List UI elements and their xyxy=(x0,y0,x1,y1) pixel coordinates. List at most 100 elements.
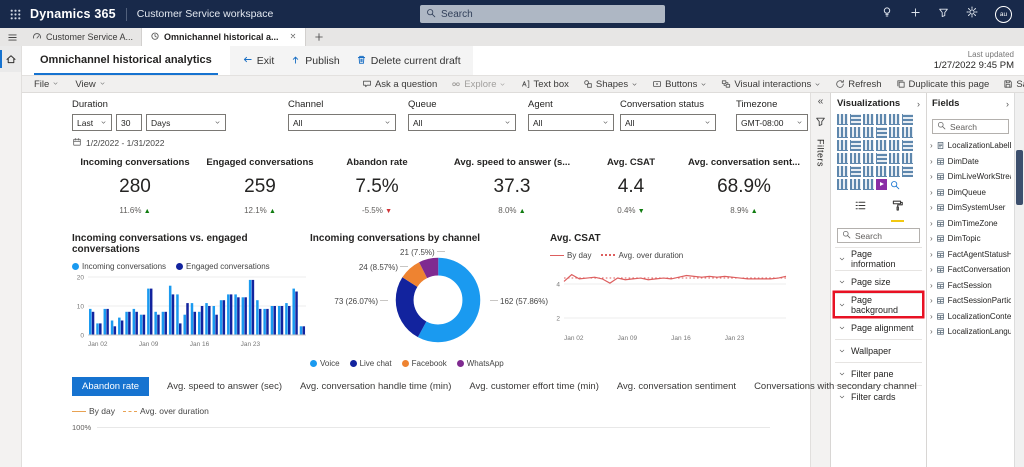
expand-chevron-icon[interactable]: › xyxy=(930,296,933,305)
visual-type-matrix-icon[interactable] xyxy=(889,166,900,177)
field-table-dimdate[interactable]: › DimDate xyxy=(930,154,1011,170)
toolbar-buttons[interactable]: Buttons xyxy=(652,79,707,90)
visual-type-decomposition-tree-icon[interactable] xyxy=(863,179,874,190)
format-section-page-alignment[interactable]: Page alignment xyxy=(835,316,922,339)
close-tab-icon[interactable] xyxy=(289,32,297,42)
field-table-factsessionparticipant[interactable]: ›FactSessionParticipant xyxy=(930,293,1011,309)
field-table-factagentstatushistory[interactable]: ›FactAgentStatusHistory xyxy=(930,247,1011,263)
expand-chevron-icon[interactable]: › xyxy=(930,141,933,150)
field-table-localizationlanguagel[interactable]: ›LocalizationLanguageL... xyxy=(930,324,1011,340)
fields-search-input[interactable]: Search xyxy=(932,119,1009,134)
metric-tab-conversations-with-secondary-channel[interactable]: Conversations with secondary channel xyxy=(754,381,917,392)
format-search-input[interactable]: Search xyxy=(837,228,920,243)
toolbar-explore[interactable]: Explore xyxy=(451,79,506,90)
visual-type-line-and-clustered-column-chart-icon[interactable] xyxy=(889,127,900,138)
visual-type-clustered-bar-chart-icon[interactable] xyxy=(863,114,874,125)
kpi-avg-csat[interactable]: Avg. CSAT 4.4 0.4% ▼ xyxy=(588,157,674,215)
channel-select[interactable]: All xyxy=(288,114,396,131)
bar-chart-card[interactable]: Incoming conversations vs. engaged conve… xyxy=(72,233,310,372)
expand-chevron-icon[interactable]: › xyxy=(930,219,933,228)
field-table-localizationcontentpro[interactable]: ›LocalizationContentPro... xyxy=(930,309,1011,325)
conversation-status-select[interactable]: All xyxy=(620,114,716,131)
visual-type-area-chart-icon[interactable] xyxy=(850,127,861,138)
toolbar-refresh[interactable]: Refresh xyxy=(835,79,882,90)
metric-tab-abandon-rate[interactable]: Abandon rate xyxy=(72,377,150,396)
visual-type-gauge-icon[interactable] xyxy=(889,153,900,164)
expand-visualizations-icon[interactable]: › xyxy=(917,99,920,109)
add-icon[interactable] xyxy=(910,5,921,23)
visual-type-search-icon[interactable] xyxy=(889,179,900,190)
format-section-wallpaper[interactable]: Wallpaper xyxy=(835,339,922,362)
visual-type-card-icon[interactable] xyxy=(902,153,913,164)
visual-type-table-icon[interactable] xyxy=(876,166,887,177)
kpi-avg-conversation-sent[interactable]: Avg. conversation sent... 68.9% 8.9% ▲ xyxy=(674,157,814,215)
format-section-page-size[interactable]: Page size xyxy=(835,270,922,293)
expand-chevron-icon[interactable]: › xyxy=(930,234,933,243)
toolbar-visual-interactions[interactable]: Visual interactions xyxy=(721,79,821,90)
field-table-factsession[interactable]: › FactSession xyxy=(930,278,1011,294)
visual-type-azure-map-icon[interactable] xyxy=(876,153,887,164)
visual-type-waterfall-chart-icon[interactable] xyxy=(837,140,848,151)
expand-chevron-icon[interactable]: › xyxy=(930,312,933,321)
visual-type-shape-map-icon[interactable] xyxy=(863,153,874,164)
field-table-factconversation[interactable]: › FactConversation xyxy=(930,262,1011,278)
metric-tab-avg-customer-effort-time-min[interactable]: Avg. customer effort time (min) xyxy=(469,381,599,392)
visual-type-map-icon[interactable] xyxy=(837,153,848,164)
expand-chevron-icon[interactable]: › xyxy=(930,203,933,212)
visual-type-funnel-chart-icon[interactable] xyxy=(850,140,861,151)
expand-chevron-icon[interactable]: › xyxy=(930,188,933,197)
expand-chevron-icon[interactable]: › xyxy=(930,250,933,259)
new-tab-button[interactable] xyxy=(306,28,332,46)
publish-button[interactable]: Publish xyxy=(290,54,340,68)
lightbulb-icon[interactable] xyxy=(881,5,893,23)
expand-chevron-icon[interactable]: › xyxy=(930,157,933,166)
hamburger-menu-icon[interactable] xyxy=(0,28,24,46)
kpi-incoming-conversations[interactable]: Incoming conversations 280 11.6% ▲ xyxy=(60,157,210,215)
visual-type-pie-chart-icon[interactable] xyxy=(876,140,887,151)
fields-format-tab-icon[interactable] xyxy=(854,199,867,222)
visual-type-scatter-chart-icon[interactable] xyxy=(863,140,874,151)
toolbar-shapes[interactable]: Shapes xyxy=(583,79,638,90)
visual-type-r-script-visual-icon[interactable] xyxy=(902,166,913,177)
visual-type-filled-map-icon[interactable] xyxy=(850,153,861,164)
visual-type-slicer-icon[interactable] xyxy=(863,166,874,177)
expand-chevron-icon[interactable]: › xyxy=(930,281,933,290)
scrollbar-thumb[interactable] xyxy=(1016,150,1023,205)
visual-type-line-chart-icon[interactable] xyxy=(837,127,848,138)
vertical-scrollbar[interactable] xyxy=(1014,93,1024,467)
visual-type-100-stacked-bar-chart-icon[interactable] xyxy=(889,114,900,125)
agent-select[interactable]: All xyxy=(528,114,614,131)
exit-button[interactable]: Exit xyxy=(242,54,274,68)
field-table-localizationlabellist[interactable]: ›LocalizationLabelList xyxy=(930,138,1011,154)
visual-type-python-visual-icon[interactable] xyxy=(837,179,848,190)
expand-chevron-icon[interactable]: › xyxy=(930,172,933,181)
visual-type-key-influencers-icon[interactable] xyxy=(850,179,861,190)
expand-fields-icon[interactable]: › xyxy=(1006,99,1009,109)
visual-type-stacked-column-chart-icon[interactable] xyxy=(850,114,861,125)
timezone-select[interactable]: GMT-08:00 xyxy=(736,114,808,131)
visual-type-100-stacked-column-chart-icon[interactable] xyxy=(902,114,913,125)
format-paint-roller-icon[interactable] xyxy=(890,199,904,222)
visual-type-clustered-column-chart-icon[interactable] xyxy=(876,114,887,125)
home-nav-item[interactable] xyxy=(0,46,21,72)
filters-pane-collapsed[interactable]: « Filters xyxy=(810,93,830,467)
format-section-page-background[interactable]: Page background xyxy=(835,293,922,316)
field-table-dimsystemuser[interactable]: › DimSystemUser xyxy=(930,200,1011,216)
tab-customer-service-agent[interactable]: Customer Service A... xyxy=(24,28,143,46)
kpi-avg-speed-to-answer-s[interactable]: Avg. speed to answer (s... 37.3 8.0% ▲ xyxy=(442,157,582,215)
donut-chart-card[interactable]: Incoming conversations by channel 21 (7.… xyxy=(310,233,548,368)
kpi-engaged-conversations[interactable]: Engaged conversations 259 12.1% ▲ xyxy=(190,157,330,215)
metric-tab-avg-speed-to-answer-sec[interactable]: Avg. speed to answer (sec) xyxy=(167,381,282,392)
view-menu[interactable]: View xyxy=(75,79,105,90)
field-table-dimqueue[interactable]: › DimQueue xyxy=(930,185,1011,201)
expand-chevron-icon[interactable]: › xyxy=(930,265,933,274)
metric-tab-avg-conversation-sentiment[interactable]: Avg. conversation sentiment xyxy=(617,381,736,392)
settings-gear-icon[interactable] xyxy=(966,5,978,23)
report-title-tab[interactable]: Omnichannel historical analytics xyxy=(34,46,218,75)
visual-type-treemap-icon[interactable] xyxy=(902,140,913,151)
tab-omnichannel-historical[interactable]: Omnichannel historical a... xyxy=(142,28,306,46)
delete-draft-button[interactable]: Delete current draft xyxy=(356,54,461,68)
field-table-dimtopic[interactable]: › DimTopic xyxy=(930,231,1011,247)
kpi-abandon-rate[interactable]: Abandon rate 7.5% -5.5% ▼ xyxy=(322,157,432,215)
expand-pane-icon[interactable]: « xyxy=(818,97,824,107)
